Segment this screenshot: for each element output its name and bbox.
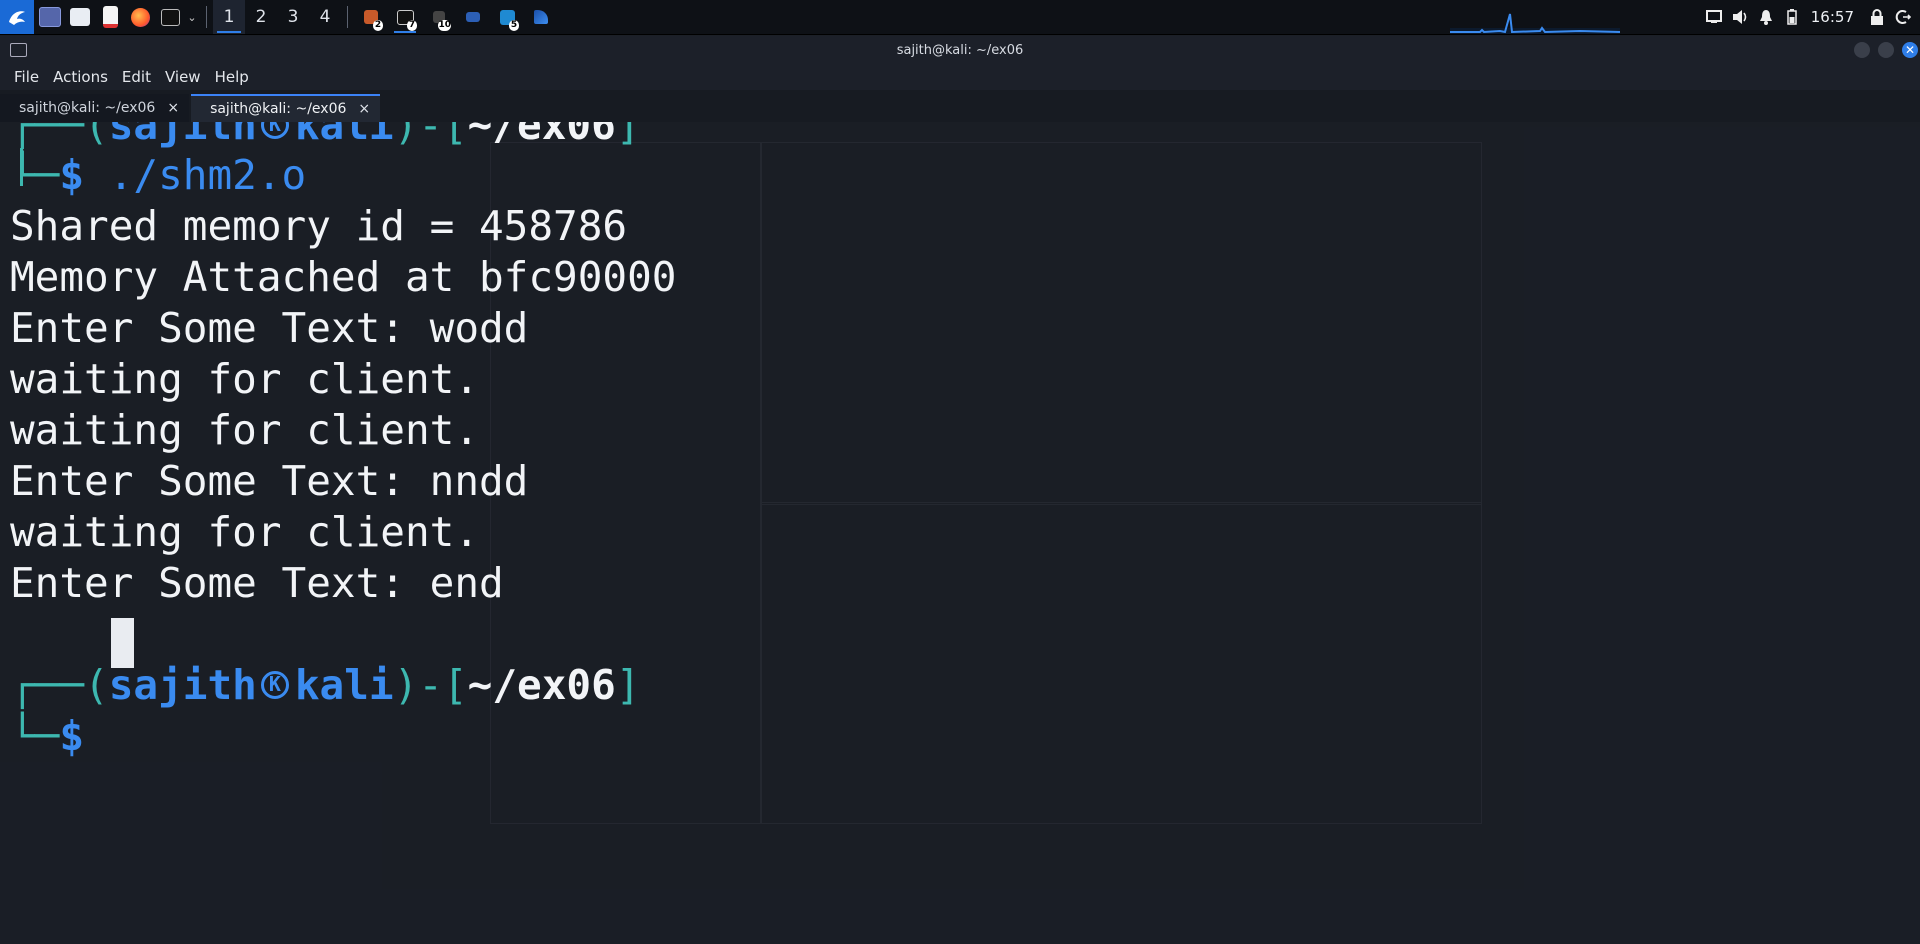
kali-menu-icon[interactable] [0, 0, 34, 34]
terminal-window-icon[interactable] [10, 43, 27, 57]
command-text: ./shm2.o [108, 151, 307, 199]
workspace-3[interactable]: 3 [277, 0, 309, 34]
menu-bar: File Actions Edit View Help [0, 64, 1920, 90]
terminal-tab-2[interactable]: sajith@kali: ~/ex06 × [191, 94, 381, 122]
prompt-user: sajith [108, 122, 257, 149]
prompt-dollar: $ [59, 712, 85, 760]
prompt-path: ~/ex06 [467, 661, 616, 709]
workspace-4[interactable]: 4 [309, 0, 341, 34]
system-tray: 16:57 [1701, 0, 1920, 34]
workspace-label: 4 [319, 7, 331, 27]
prompt-user: sajith [108, 661, 257, 709]
kali-logo-icon [260, 671, 289, 699]
notifications-bell-icon[interactable] [1753, 0, 1779, 34]
prompt-open: ┌──( [10, 661, 109, 709]
workspace-label: 3 [287, 7, 299, 27]
tab-close-icon[interactable]: × [358, 101, 370, 117]
prompt-mid: )-[ [393, 122, 468, 149]
prompt-dollar: $ [59, 151, 85, 199]
prompt-path: ~/ex06 [467, 122, 616, 149]
task-badge: 5 [509, 20, 519, 31]
prompt-line: ┌──(sajith kali)-[~/ex06] [10, 660, 640, 710]
terminal-output-area[interactable]: ┌──(sajithkali)-[~/ex06] └─$ ./shm2.o Sh… [0, 122, 1920, 944]
window-title: sajith@kali: ~/ex06 [896, 42, 1024, 58]
tab-label: sajith@kali: ~/ex06 [210, 101, 347, 117]
menu-edit[interactable]: Edit [122, 68, 151, 86]
output-line: waiting for client. [10, 508, 479, 556]
menu-actions[interactable]: Actions [53, 68, 108, 86]
menu-file[interactable]: File [14, 68, 39, 86]
close-window-button[interactable]: ✕ [1902, 42, 1918, 58]
output-line: waiting for client. [10, 406, 479, 454]
task-badge: 10 [438, 20, 451, 31]
workspace-1[interactable]: 1 [213, 0, 245, 34]
output-line: waiting for client. [10, 355, 479, 403]
prompt-corner: └─ [10, 712, 60, 760]
terminal-tab-1[interactable]: sajith@kali: ~/ex06 × [0, 94, 190, 122]
window-titlebar[interactable]: sajith@kali: ~/ex06 ✕ [0, 36, 1920, 64]
task-badge: 7 [407, 20, 417, 31]
lock-screen-icon[interactable] [1864, 0, 1890, 34]
command-line: └─$ ./shm2.o [10, 150, 306, 200]
logout-icon[interactable] [1890, 0, 1916, 34]
prompt-close: ] [615, 122, 641, 149]
text-cursor [111, 618, 134, 668]
prompt-open: ┌──( [10, 122, 109, 149]
output-line: Enter Some Text: nndd [10, 457, 529, 505]
firefox-icon[interactable] [126, 0, 154, 34]
output-line: Enter Some Text: wodd [10, 304, 529, 352]
show-desktop-icon[interactable] [36, 0, 64, 34]
task-screenshot[interactable] [456, 0, 490, 34]
output-line: Enter Some Text: end [10, 559, 504, 607]
prompt-corner: └─ [10, 151, 60, 199]
app-icon [466, 12, 480, 22]
task-burpsuite[interactable]: 2 [354, 0, 388, 34]
task-badge: 2 [373, 20, 383, 31]
wireshark-icon [534, 10, 548, 24]
menu-help[interactable]: Help [215, 68, 249, 86]
minimize-button[interactable] [1854, 42, 1870, 58]
maximize-button[interactable] [1878, 42, 1894, 58]
output-line: Shared memory id = 458786 [10, 202, 628, 250]
display-icon[interactable] [1701, 0, 1727, 34]
task-terminal[interactable]: 7 [388, 0, 422, 34]
workspace-label: 1 [223, 7, 235, 27]
prompt-mid: )-[ [393, 661, 468, 709]
clock[interactable]: 16:57 [1805, 8, 1864, 26]
volume-icon[interactable] [1727, 0, 1753, 34]
kali-logo-icon [260, 122, 289, 139]
cpu-graph [1450, 13, 1620, 34]
chevron-down-icon[interactable]: ⌄ [184, 0, 200, 34]
prompt-host: kali [294, 122, 394, 149]
battery-icon[interactable] [1779, 0, 1805, 34]
command-line: └─$ [10, 711, 84, 761]
output-line: Memory Attached at bfc90000 [10, 253, 677, 301]
task-vscode[interactable]: 5 [490, 0, 524, 34]
menu-view[interactable]: View [165, 68, 201, 86]
task-wireshark[interactable] [524, 0, 558, 34]
tab-bar: sajith@kali: ~/ex06 × sajith@kali: ~/ex0… [0, 90, 1920, 122]
panel-separator [347, 6, 348, 28]
workspace-label: 2 [255, 7, 267, 27]
prompt-line: ┌──(sajith kali)-[~/ex06] [10, 122, 640, 150]
terminal-launcher-icon[interactable] [156, 0, 184, 34]
file-manager-icon[interactable] [66, 0, 94, 34]
text-editor-icon[interactable] [96, 0, 124, 34]
prompt-host: kali [294, 661, 394, 709]
top-panel: ⌄ 1 2 3 4 2 7 10 5 16:57 [0, 0, 1920, 35]
tab-close-icon[interactable]: × [167, 100, 179, 116]
tab-label: sajith@kali: ~/ex06 [19, 100, 156, 116]
task-app[interactable]: 10 [422, 0, 456, 34]
prompt-close: ] [615, 661, 641, 709]
workspace-2[interactable]: 2 [245, 0, 277, 34]
panel-separator [206, 6, 207, 28]
